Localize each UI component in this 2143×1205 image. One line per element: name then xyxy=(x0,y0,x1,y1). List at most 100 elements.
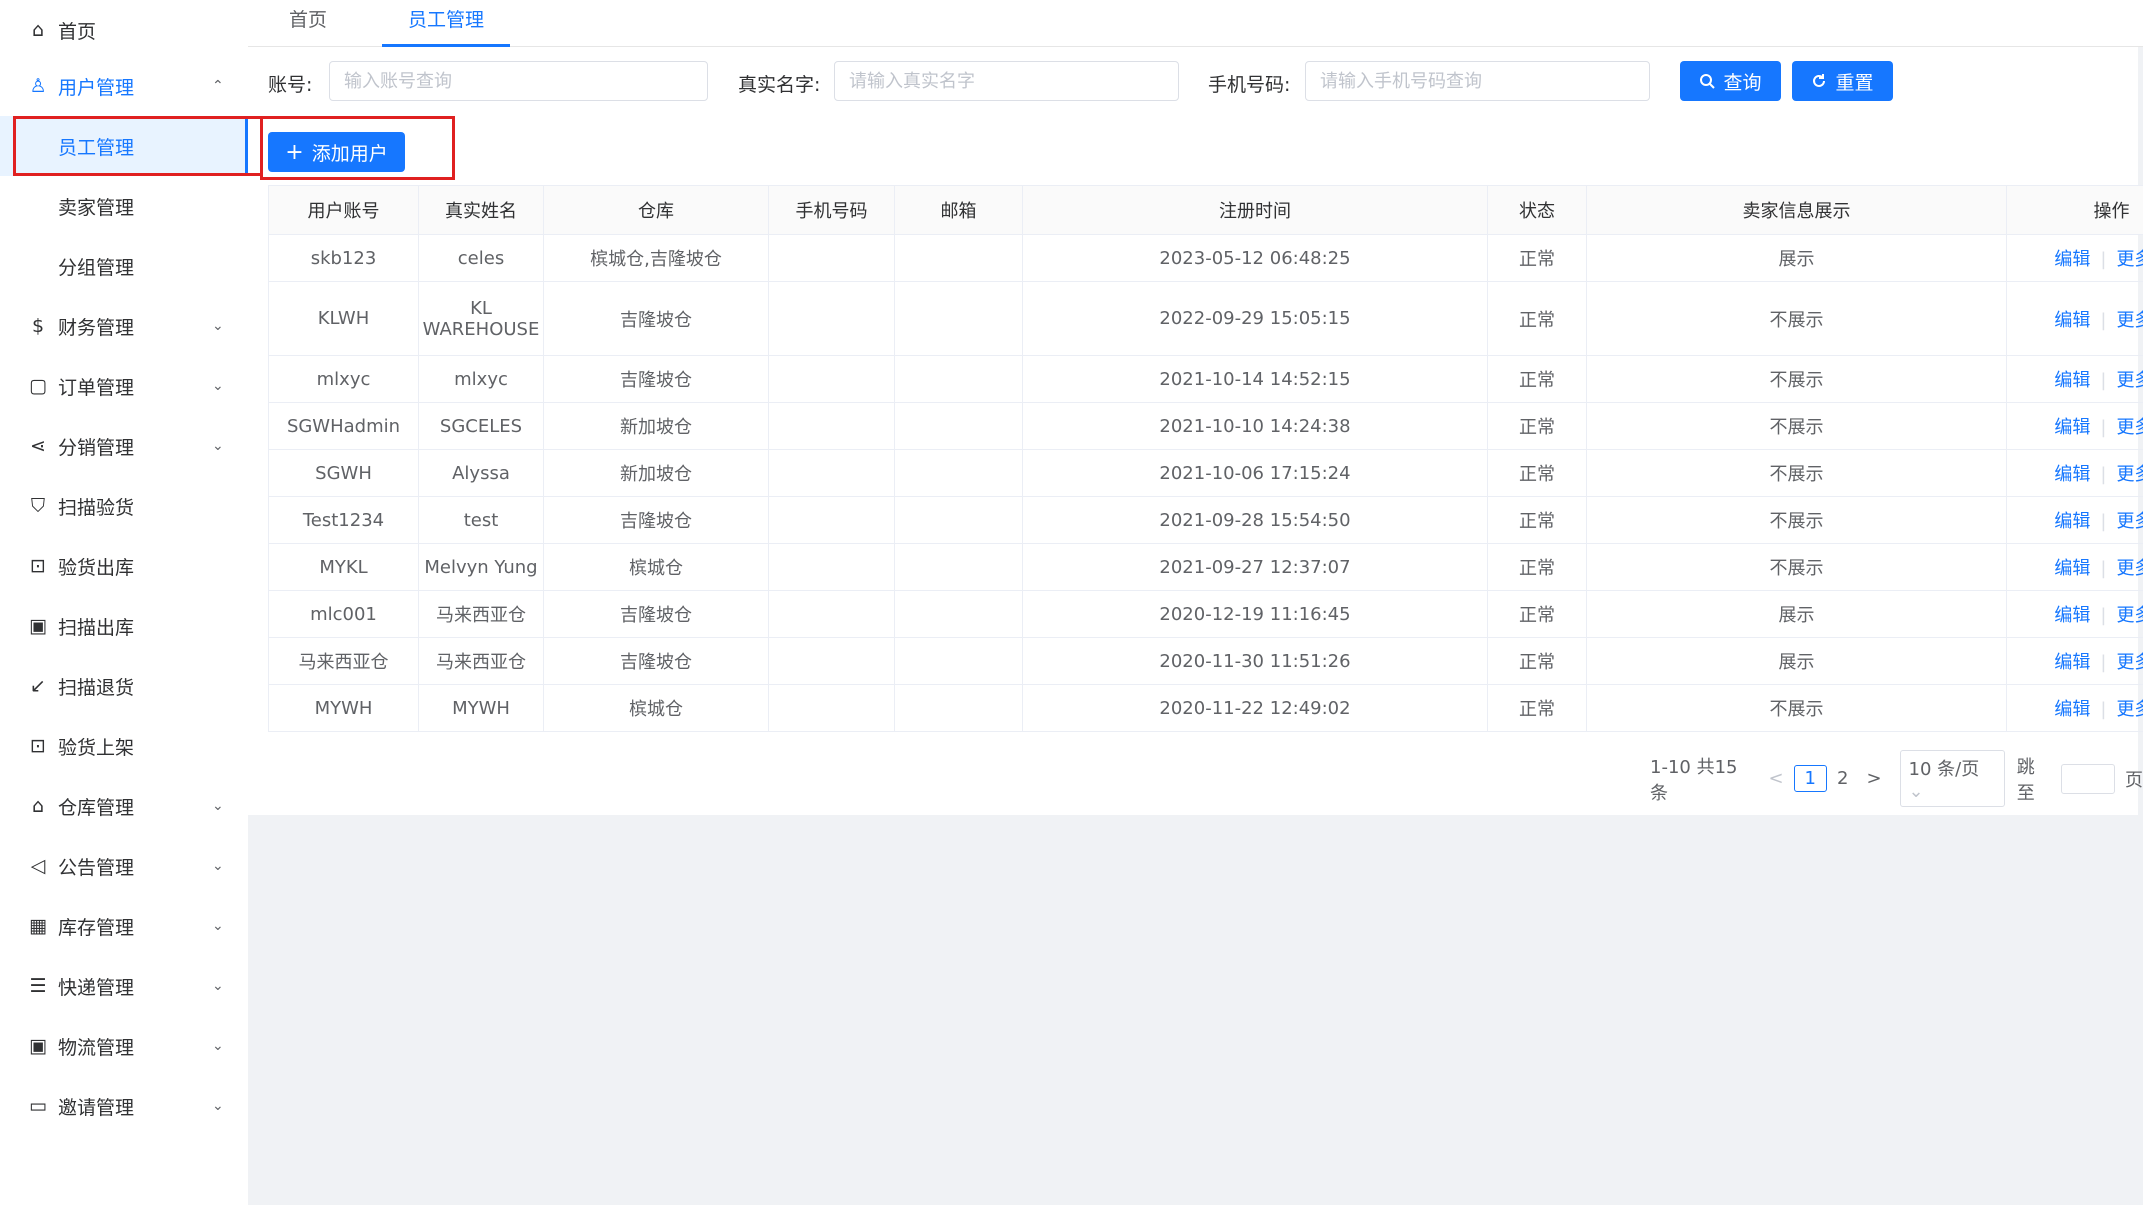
return-icon: ↙ xyxy=(30,675,46,697)
sidebar-item-10[interactable]: ▣ 扫描出库 xyxy=(0,596,248,656)
table-row: Test1234 test 吉隆坡仓 2021-09-28 15:54:50 正常 不展示… xyxy=(268,496,2143,544)
cell-name: 马来西亚仓 xyxy=(418,637,544,685)
cell-status: 正常 xyxy=(1487,543,1587,591)
sidebar-item-14[interactable]: ◁ 公告管理 ⌄ xyxy=(0,836,248,896)
chevron-down-icon: ⌄ xyxy=(212,1038,224,1054)
edit-link[interactable]: 编辑 xyxy=(2054,605,2090,626)
sidebar-item-9[interactable]: ⊡ 验货出库 xyxy=(0,536,248,596)
edit-link[interactable]: 编辑 xyxy=(2054,558,2090,579)
account-input[interactable] xyxy=(329,61,708,101)
add-user-button[interactable]: + 添加用户 xyxy=(268,132,405,172)
sidebar-item-1[interactable]: ♙ 用户管理 ⌃ xyxy=(0,56,248,116)
column-header: 用户账号 xyxy=(268,185,419,235)
more-dropdown[interactable]: 更多 ⌄ xyxy=(2116,699,2143,720)
search-icon xyxy=(1700,74,1716,89)
more-dropdown[interactable]: 更多 ⌄ xyxy=(2116,652,2143,673)
cell-email xyxy=(894,355,1023,403)
more-dropdown[interactable]: 更多 ⌄ xyxy=(2116,605,2143,626)
edit-link[interactable]: 编辑 xyxy=(2054,652,2090,673)
more-dropdown[interactable]: 更多 ⌄ xyxy=(2116,464,2143,485)
share-icon: ⋖ xyxy=(30,435,46,457)
cell-account: Test1234 xyxy=(268,496,419,544)
edit-link[interactable]: 编辑 xyxy=(2054,464,2090,485)
cell-phone xyxy=(768,684,895,732)
sidebar-item-label: 扫描出库 xyxy=(58,616,135,639)
cell-phone xyxy=(768,496,895,544)
edit-link[interactable]: 编辑 xyxy=(2054,370,2090,391)
card-icon: ▭ xyxy=(29,1095,47,1117)
divider: | xyxy=(2100,605,2107,626)
sidebar-item-label: 员工管理 xyxy=(58,136,135,159)
cell-phone xyxy=(768,449,895,497)
cell-display: 不展示 xyxy=(1586,449,2007,497)
phone-input[interactable] xyxy=(1305,61,1650,101)
edit-link[interactable]: 编辑 xyxy=(2054,310,2090,331)
cell-actions: 编辑 | 更多 ⌄ xyxy=(2006,684,2143,732)
table-row: skb123 celes 槟城仓,吉隆坡仓 2023-05-12 06:48:25 正常… xyxy=(268,234,2143,282)
sidebar-item-17[interactable]: ▣ 物流管理 ⌄ xyxy=(0,1016,248,1076)
cell-phone xyxy=(768,355,895,403)
plus-icon: + xyxy=(285,139,304,165)
column-header: 操作 xyxy=(2006,185,2143,235)
edit-link[interactable]: 编辑 xyxy=(2054,511,2090,532)
more-dropdown[interactable]: 更多 ⌄ xyxy=(2116,249,2143,270)
sidebar-item-label: 分销管理 xyxy=(58,436,135,459)
sidebar-item-18[interactable]: ▭ 邀请管理 ⌄ xyxy=(0,1076,248,1136)
cell-actions: 编辑 | 更多 ⌄ xyxy=(2006,234,2143,282)
more-dropdown[interactable]: 更多 ⌄ xyxy=(2116,511,2143,532)
page-size-select[interactable]: 10 条/页 ⌄ xyxy=(1899,750,2005,807)
page-2-button[interactable]: 2 xyxy=(1837,768,1848,789)
tab-staff-management[interactable]: 员工管理 xyxy=(382,0,510,47)
sidebar-item-2[interactable]: 员工管理 xyxy=(0,116,248,176)
column-header: 仓库 xyxy=(543,185,769,235)
cell-actions: 编辑 | 更多 ⌄ xyxy=(2006,543,2143,591)
real-name-input[interactable] xyxy=(834,61,1179,101)
more-dropdown[interactable]: 更多 ⌄ xyxy=(2116,370,2143,391)
chevron-down-icon: ⌄ xyxy=(212,978,224,994)
cell-warehouse: 新加坡仓 xyxy=(543,402,769,450)
edit-link[interactable]: 编辑 xyxy=(2054,699,2090,720)
cell-status: 正常 xyxy=(1487,355,1587,403)
next-page-button[interactable]: > xyxy=(1866,768,1881,789)
sidebar-item-0[interactable]: ⌂ 首页 xyxy=(0,0,248,60)
more-dropdown[interactable]: 更多 ⌄ xyxy=(2116,310,2143,331)
query-button[interactable]: 查询 xyxy=(1680,61,1781,101)
sidebar-item-5[interactable]: $ 财务管理 ⌄ xyxy=(0,296,248,356)
sidebar-item-16[interactable]: ☰ 快递管理 ⌄ xyxy=(0,956,248,1016)
more-dropdown[interactable]: 更多 ⌄ xyxy=(2116,558,2143,579)
more-dropdown[interactable]: 更多 ⌄ xyxy=(2116,417,2143,438)
table-row: KLWH KL WAREHOUSE 吉隆坡仓 2022-09-29 15:05:15 正… xyxy=(268,281,2143,356)
page-1-button[interactable]: 1 xyxy=(1793,765,1827,792)
column-header: 卖家信息展示 xyxy=(1586,185,2007,235)
edit-link[interactable]: 编辑 xyxy=(2054,417,2090,438)
chevron-down-icon: ⌄ xyxy=(212,858,224,874)
sidebar-item-6[interactable]: ▢ 订单管理 ⌄ xyxy=(0,356,248,416)
cell-phone xyxy=(768,637,895,685)
table-row: mlxyc mlxyc 吉隆坡仓 2021-10-14 14:52:15 正常 不展示 编辑… xyxy=(268,355,2143,403)
sidebar-item-8[interactable]: ⛉ 扫描验货 xyxy=(0,476,248,536)
more-label: 更多 xyxy=(2116,699,2143,720)
sidebar-item-7[interactable]: ⋖ 分销管理 ⌄ xyxy=(0,416,248,476)
prev-page-button[interactable]: < xyxy=(1768,768,1783,789)
sidebar-item-label: 财务管理 xyxy=(58,316,135,339)
pager-summary: 1-10 共15条 xyxy=(1650,756,1738,804)
sidebar-item-3[interactable]: 卖家管理 xyxy=(0,176,248,236)
tab-home[interactable]: 首页 xyxy=(270,0,346,44)
jump-page-input[interactable] xyxy=(2061,763,2115,794)
cell-time: 2020-12-19 11:16:45 xyxy=(1022,590,1488,638)
reset-button[interactable]: 重置 xyxy=(1792,61,1893,101)
sidebar-item-11[interactable]: ↙ 扫描退货 xyxy=(0,656,248,716)
sidebar-item-4[interactable]: 分组管理 xyxy=(0,236,248,296)
pagination: 1-10 共15条 < 1 2 > 10 条/页 ⌄ 跳至 页 xyxy=(1650,750,2143,807)
edit-link[interactable]: 编辑 xyxy=(2054,249,2090,270)
cell-phone xyxy=(768,402,895,450)
column-header: 邮箱 xyxy=(894,185,1023,235)
cell-account: mlxyc xyxy=(268,355,419,403)
cell-display: 展示 xyxy=(1586,590,2007,638)
home-icon: ⌂ xyxy=(31,19,45,41)
sidebar-item-12[interactable]: ⊡ 验货上架 xyxy=(0,716,248,776)
sidebar-item-15[interactable]: ▦ 库存管理 ⌄ xyxy=(0,896,248,956)
sidebar-item-13[interactable]: ⌂ 仓库管理 ⌄ xyxy=(0,776,248,836)
cell-display: 不展示 xyxy=(1586,684,2007,732)
cell-warehouse: 槟城仓 xyxy=(543,543,769,591)
